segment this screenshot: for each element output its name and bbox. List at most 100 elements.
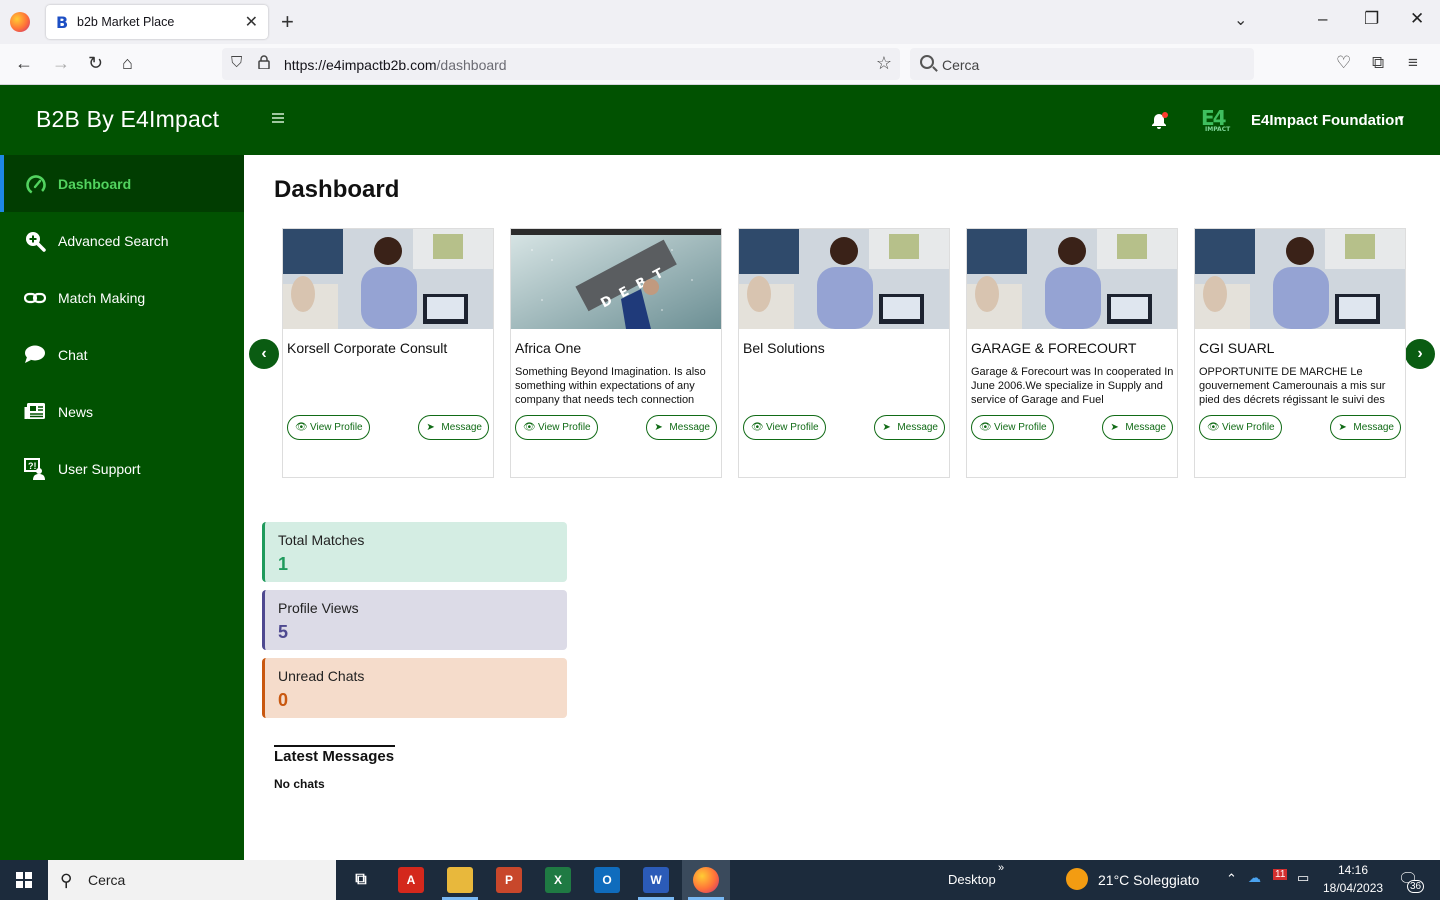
chevron-up-icon[interactable]: ⌃	[1226, 871, 1237, 887]
reload-icon[interactable]: ↻	[88, 53, 103, 74]
bookmark-star-icon[interactable]: ☆	[876, 53, 892, 74]
eye-icon: 👁	[1207, 422, 1220, 433]
clock-date[interactable]: 18/04/2023	[1323, 881, 1383, 895]
no-chats-text: No chats	[274, 777, 325, 791]
url-bar[interactable]: ⛉ https://e4impactb2b.com/dashboard ☆	[222, 48, 900, 80]
message-label: Message	[1125, 422, 1166, 433]
powerpoint-icon[interactable]: P	[496, 867, 522, 893]
calendar-badge[interactable]: 11	[1273, 869, 1288, 880]
sidebar-item-chat[interactable]: Chat	[0, 326, 244, 383]
new-tab-button[interactable]: +	[281, 9, 294, 35]
view-profile-label: View Profile	[766, 422, 819, 433]
firefox-taskbar-icon[interactable]	[693, 867, 719, 893]
send-icon: ➤	[882, 422, 891, 433]
forward-arrow-icon[interactable]: →	[52, 53, 70, 74]
sidebar-item-advanced-search[interactable]: Advanced Search	[0, 212, 244, 269]
extensions-icon[interactable]: ⧉	[1372, 53, 1384, 73]
taskbar-search-box[interactable]: ⚲ Cerca	[48, 860, 336, 900]
view-profile-button[interactable]: 👁 View Profile	[287, 415, 370, 440]
eye-icon: 👁	[295, 422, 308, 433]
search-icon	[920, 55, 934, 69]
caret-down-icon[interactable]: ▼	[1396, 114, 1406, 125]
word-icon[interactable]: W	[643, 867, 669, 893]
org-name-dropdown[interactable]: E4Impact Foundation	[1251, 112, 1404, 129]
sidebar-item-label: Match Making	[58, 290, 146, 306]
sun-weather-icon[interactable]	[1066, 868, 1088, 890]
office-woman-photo	[739, 229, 949, 329]
search-icon: ⚲	[60, 871, 73, 890]
svg-text:?!: ?!	[28, 461, 37, 471]
message-button[interactable]: ➤ Message	[874, 415, 945, 440]
view-profile-button[interactable]: 👁 View Profile	[1199, 415, 1282, 440]
eye-icon: 👁	[751, 422, 764, 433]
stat-label: Unread Chats	[278, 668, 365, 684]
message-label: Message	[1353, 422, 1394, 433]
url-text: https://e4impactb2b.com/dashboard	[284, 57, 507, 73]
tab-close-icon[interactable]: ✕	[245, 12, 258, 32]
send-icon: ➤	[654, 422, 663, 433]
home-icon[interactable]: ⌂	[122, 53, 133, 74]
desktop-toolbar-label[interactable]: Desktop	[948, 872, 996, 887]
windows-start-icon[interactable]	[16, 872, 32, 888]
link-icon	[24, 292, 46, 304]
sidebar-item-label: User Support	[58, 461, 141, 477]
message-button[interactable]: ➤ Message	[418, 415, 489, 440]
file-explorer-icon[interactable]	[447, 867, 473, 893]
outlook-icon[interactable]: O	[594, 867, 620, 893]
menu-icon[interactable]: ≡	[1408, 53, 1418, 73]
task-view-icon[interactable]: ⧉	[348, 867, 374, 893]
company-card: Korsell Corporate Consult 👁 View Profile …	[282, 228, 494, 478]
brand-title[interactable]: B2B By E4Impact	[36, 106, 219, 133]
shield-icon[interactable]: ⛉	[231, 54, 242, 71]
firefox-logo-icon[interactable]	[10, 12, 30, 32]
chevron-down-icon[interactable]: ⌄	[1234, 10, 1247, 30]
view-profile-button[interactable]: 👁 View Profile	[971, 415, 1054, 440]
stat-value: 1	[278, 554, 289, 574]
stat-label: Total Matches	[278, 532, 365, 548]
view-profile-label: View Profile	[994, 422, 1047, 433]
eye-icon: 👁	[979, 422, 992, 433]
browser-tab[interactable]: B b2b Market Place ✕	[46, 5, 268, 39]
carousel-next-button[interactable]: ›	[1405, 339, 1435, 369]
message-label: Message	[669, 422, 710, 433]
sidebar-item-label: News	[58, 404, 94, 420]
view-profile-button[interactable]: 👁 View Profile	[515, 415, 598, 440]
stat-value: 0	[278, 690, 289, 710]
message-label: Message	[441, 422, 482, 433]
hamburger-menu-icon[interactable]	[272, 113, 284, 123]
lock-icon[interactable]	[258, 55, 270, 69]
message-button[interactable]: ➤ Message	[646, 415, 717, 440]
browser-tab-bar: B b2b Market Place ✕ + ⌄ – ❐ ✕	[0, 0, 1440, 44]
message-button[interactable]: ➤ Message	[1330, 415, 1401, 440]
battery-icon[interactable]: ▭	[1297, 870, 1309, 886]
message-label: Message	[897, 422, 938, 433]
sidebar-item-user-support[interactable]: ?! User Support	[0, 440, 244, 497]
page-title: Dashboard	[274, 176, 400, 203]
windows-taskbar: ⚲ Cerca ⧉ A P X O W Desktop » 21°C Soleg…	[0, 860, 1440, 900]
weather-text[interactable]: 21°C Soleggiato	[1098, 872, 1199, 888]
clock-time[interactable]: 14:16	[1338, 863, 1368, 877]
office-woman-photo	[283, 229, 493, 329]
bell-icon[interactable]	[1150, 112, 1168, 130]
view-profile-button[interactable]: 👁 View Profile	[743, 415, 826, 440]
carousel-prev-button[interactable]: ‹	[249, 339, 279, 369]
company-name: Bel Solutions	[743, 340, 825, 356]
stat-profile-views: Profile Views 5	[262, 590, 567, 650]
company-card: CGI SUARL OPPORTUNITE DE MARCHE Le gouve…	[1194, 228, 1406, 478]
message-button[interactable]: ➤ Message	[1102, 415, 1173, 440]
window-close-icon[interactable]: ✕	[1410, 9, 1424, 29]
browser-search-box[interactable]: Cerca	[910, 48, 1254, 80]
acrobat-icon[interactable]: A	[398, 867, 424, 893]
minimize-icon[interactable]: –	[1318, 9, 1327, 29]
back-arrow-icon[interactable]: ←	[15, 53, 33, 74]
excel-icon[interactable]: X	[545, 867, 571, 893]
sidebar-item-dashboard[interactable]: Dashboard	[0, 155, 244, 212]
browser-nav-bar: ← → ↻ ⌂ ⛉ https://e4impactb2b.com/dashbo…	[0, 44, 1440, 85]
pocket-icon[interactable]: ♡	[1336, 53, 1351, 73]
sidebar-item-match-making[interactable]: Match Making	[0, 269, 244, 326]
sidebar-item-news[interactable]: News	[0, 383, 244, 440]
onedrive-cloud-icon[interactable]: ☁	[1248, 870, 1261, 886]
chevron-right-icon[interactable]: »	[998, 862, 1004, 874]
notification-count: 36	[1407, 880, 1425, 893]
restore-icon[interactable]: ❐	[1364, 9, 1379, 29]
